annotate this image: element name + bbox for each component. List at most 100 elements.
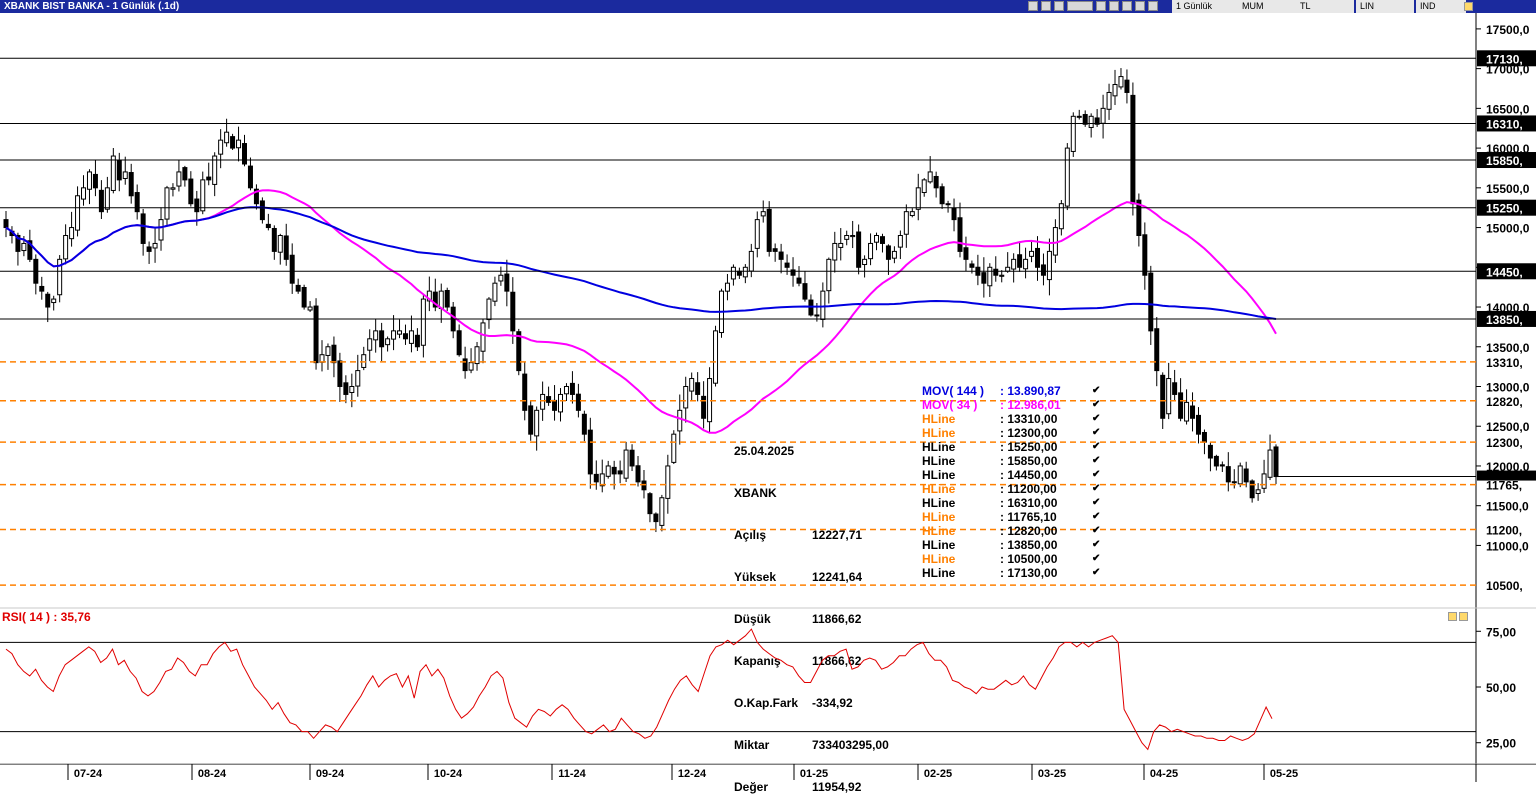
- candle-body: [1017, 254, 1023, 268]
- candle-body: [301, 286, 307, 308]
- scale-button[interactable]: LIN: [1356, 0, 1414, 13]
- toolbar-tool-icon[interactable]: [1135, 1, 1145, 11]
- candle-body: [868, 242, 874, 260]
- candle-body: [796, 277, 802, 284]
- candle-body: [86, 171, 92, 190]
- visibility-check-icon[interactable]: ✔: [1092, 398, 1106, 412]
- candle-body: [1070, 115, 1076, 152]
- candle-body: [349, 385, 355, 394]
- candle-body: [397, 330, 403, 335]
- candle-body: [194, 198, 200, 213]
- currency-button[interactable]: TL: [1296, 0, 1354, 13]
- y-tick-label: 11000,0: [1486, 539, 1529, 553]
- candle-body: [468, 362, 474, 371]
- visibility-check-icon[interactable]: ✔: [1092, 468, 1106, 482]
- candle-body: [832, 242, 838, 261]
- candle-body: [558, 393, 564, 413]
- candle-body: [1064, 147, 1070, 207]
- candle-body: [45, 293, 51, 308]
- candle-body: [1160, 374, 1166, 419]
- info-key: Yüksek: [734, 570, 777, 584]
- x-tick-label: 09-24: [316, 768, 345, 780]
- candle-body: [617, 470, 623, 475]
- panel-menu-icon[interactable]: [1464, 2, 1473, 11]
- candle-body: [504, 273, 510, 292]
- visibility-check-icon[interactable]: ✔: [1092, 412, 1106, 426]
- candle-body: [1023, 258, 1029, 270]
- visibility-check-icon[interactable]: ✔: [1092, 454, 1106, 468]
- candle-body: [1100, 107, 1106, 124]
- visibility-check-icon[interactable]: ✔: [1092, 538, 1106, 552]
- visibility-check-icon[interactable]: ✔: [1092, 426, 1106, 440]
- candle-body: [659, 497, 665, 526]
- hline-label: 11765,: [1486, 479, 1522, 493]
- candle-body: [540, 393, 546, 410]
- candle-body: [116, 159, 122, 181]
- candle-body: [945, 203, 951, 206]
- candle-body: [713, 330, 719, 384]
- candle-body: [1029, 250, 1035, 257]
- visibility-check-icon[interactable]: ✔: [1092, 510, 1106, 524]
- visibility-check-icon[interactable]: ✔: [1092, 524, 1106, 538]
- candle-body: [1130, 94, 1136, 205]
- candle-body: [528, 405, 534, 435]
- y-tick-label: 15500,0: [1486, 182, 1530, 196]
- toolbar-tool-icon[interactable]: [1067, 1, 1093, 11]
- candle-body: [724, 282, 730, 292]
- chart-type-button[interactable]: MUM: [1238, 0, 1296, 13]
- candle-body: [444, 289, 450, 308]
- candle-body: [1213, 455, 1219, 467]
- legend-row: MOV( 34 ): 12.986,01 ✔: [922, 398, 1106, 412]
- candle-body: [754, 219, 760, 249]
- candle-body: [176, 171, 182, 187]
- candle-body: [456, 330, 462, 356]
- candle-body: [1106, 91, 1112, 110]
- toolbar-tool-icon[interactable]: [1109, 1, 1119, 11]
- toolbar-tool-icon[interactable]: [1054, 1, 1064, 11]
- candle-body: [188, 178, 194, 205]
- visibility-check-icon[interactable]: ✔: [1092, 482, 1106, 496]
- candle-body: [665, 465, 671, 499]
- candle-body: [826, 258, 832, 292]
- visibility-check-icon[interactable]: ✔: [1092, 384, 1106, 398]
- visibility-check-icon[interactable]: ✔: [1092, 496, 1106, 510]
- toolbar-tool-icon[interactable]: [1028, 1, 1038, 11]
- candle-body: [677, 409, 683, 432]
- candle-body: [259, 200, 265, 221]
- toolbar-tool-icon[interactable]: [1041, 1, 1051, 11]
- visibility-check-icon[interactable]: ✔: [1092, 440, 1106, 454]
- candle-body: [856, 231, 862, 268]
- candle-body: [736, 270, 742, 276]
- toolbar-tool-icon[interactable]: [1148, 1, 1158, 11]
- candle-body: [3, 219, 9, 229]
- candle-body: [611, 466, 617, 475]
- candle-body: [271, 227, 277, 252]
- x-tick-label: 07-24: [74, 768, 103, 780]
- indicator-button[interactable]: IND: [1416, 0, 1466, 13]
- rsi-y-tick-label: 25,00: [1486, 737, 1516, 751]
- candle-body: [683, 385, 689, 409]
- rsi-chart[interactable]: 75,00 50,00 25,00: [0, 609, 1536, 765]
- candle-body: [1035, 247, 1041, 268]
- candle-body: [921, 179, 927, 194]
- candle-body: [957, 217, 963, 252]
- legend-value: : 17130,00: [1000, 566, 1058, 580]
- visibility-check-icon[interactable]: ✔: [1092, 552, 1106, 566]
- candle-body: [420, 298, 426, 346]
- candle-body: [75, 195, 81, 231]
- visibility-check-icon[interactable]: ✔: [1092, 566, 1106, 580]
- period-button[interactable]: 1 Günlük: [1172, 0, 1240, 13]
- y-tick-label: 13500,0: [1486, 341, 1530, 355]
- toolbar-tool-icon[interactable]: [1122, 1, 1132, 11]
- info-value: 12241,64: [812, 570, 863, 584]
- candle-body: [1005, 266, 1011, 272]
- hline-label: 13310,: [1486, 356, 1523, 370]
- candle-body: [307, 306, 313, 311]
- candle-body: [1273, 446, 1279, 478]
- hline-label: 13850,: [1486, 313, 1523, 327]
- candle-body: [1040, 264, 1046, 276]
- window-titlebar: XBANK BIST BANKA - 1 Günlük (.1d) 1 Günl…: [0, 0, 1536, 13]
- candle-body: [170, 187, 176, 190]
- candle-body: [224, 131, 230, 144]
- toolbar-tool-icon[interactable]: [1096, 1, 1106, 11]
